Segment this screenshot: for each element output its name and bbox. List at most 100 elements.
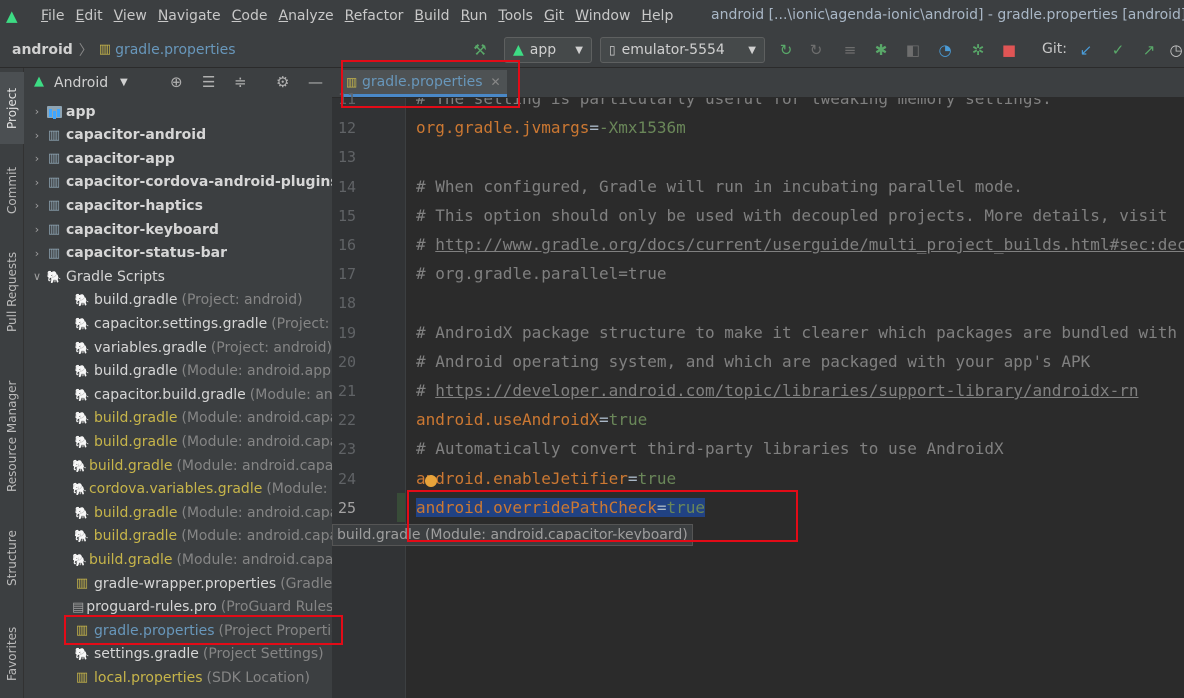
code-token[interactable]: http://www.gradle.org/docs/current/userg… [435, 235, 1184, 254]
tree-item-hint: (Module: android.app) [181, 363, 333, 380]
git-push-icon[interactable]: ↗ [1139, 40, 1159, 60]
locate-crosshair-icon[interactable]: ⊕ [170, 73, 183, 91]
apply-code-changes-icon[interactable]: ↻ [806, 40, 826, 60]
coverage-icon[interactable]: ≡ [840, 40, 860, 60]
menu-help[interactable]: Help [641, 8, 673, 24]
menu-code[interactable]: Code [232, 8, 268, 24]
intention-bulb-icon[interactable] [425, 475, 437, 487]
module-folder-icon: ▥ [47, 198, 61, 214]
code-token[interactable]: https://developer.android.com/topic/libr… [435, 381, 1138, 400]
gear-icon[interactable]: ⚙ [276, 73, 289, 91]
code-line: # This option should only be used with d… [416, 201, 1167, 230]
tree-item[interactable]: › ▥ capacitor-android [24, 124, 332, 147]
git-history-icon[interactable]: ◷ [1166, 40, 1184, 60]
chevron-down-icon[interactable]: ∨ [30, 270, 44, 283]
tree-item[interactable]: 🐘 capacitor.settings.gradle(Project: andr… [24, 312, 332, 335]
gradle-elephant-icon: 🐘 [46, 269, 62, 284]
code-editor[interactable]: # The setting is particularly useful for… [407, 98, 1184, 698]
chevron-right-icon[interactable]: › [30, 152, 44, 165]
breadcrumb-project[interactable]: android [12, 42, 73, 58]
line-number: 15 [338, 206, 357, 225]
tree-item[interactable]: › ▥ capacitor-app [24, 147, 332, 170]
profile-gauge-icon[interactable]: ◔ [935, 40, 955, 60]
tree-item[interactable]: › ▥ capacitor-haptics [24, 194, 332, 217]
tree-item[interactable]: › ▥ capacitor-cordova-android-plugins [24, 171, 332, 194]
apply-changes-icon[interactable]: ↻ [776, 40, 796, 60]
chevron-right-icon[interactable]: › [30, 105, 44, 118]
android-studio-logo-icon: ▲ [6, 7, 18, 25]
menu-tools[interactable]: Tools [498, 8, 533, 24]
module-folder-icon: ▥ [47, 222, 61, 237]
attach-debugger-android-icon[interactable]: ✲ [968, 40, 988, 60]
expand-all-icon[interactable]: ☰ [202, 73, 215, 91]
menu-git[interactable]: Git [544, 8, 564, 24]
tree-item[interactable]: ▥ local.properties (SDK Location) [24, 666, 332, 689]
menu-run[interactable]: Run [461, 8, 488, 24]
tree-item-hint: (Project Settings) [202, 646, 324, 663]
debug-bug-icon[interactable]: ✱ [871, 40, 891, 60]
device-select[interactable]: ▯ emulator-5554 ▼ [600, 37, 765, 63]
menu-file[interactable]: File [41, 8, 64, 24]
tree-item[interactable]: 🐘build.gradle(Module: android.capacitor-… [24, 548, 332, 571]
attach-debugger-icon[interactable]: ◧ [903, 40, 923, 60]
chevron-right-icon[interactable]: › [30, 176, 44, 189]
tree-item[interactable]: 🐘 settings.gradle (Project Settings) [24, 643, 332, 666]
code-line: org.gradle.jvmargs=-Xmx1536m [416, 113, 686, 142]
tree-item[interactable]: 🐘build.gradle(Module: android.capacitor-… [24, 454, 332, 477]
tree-item[interactable]: › ▥ capacitor-status-bar [24, 242, 332, 265]
menu-edit[interactable]: Edit [75, 8, 102, 24]
stop-icon[interactable]: ■ [999, 40, 1019, 60]
menu-refactor[interactable]: Refactor [345, 8, 404, 24]
chevron-right-icon[interactable]: › [30, 223, 44, 236]
tree-item-label: variables.gradle [94, 339, 207, 356]
tree-item[interactable]: ▥ gradle-wrapper.properties(Gradle Versio… [24, 572, 332, 595]
code-line: # http://www.gradle.org/docs/current/use… [416, 230, 1184, 259]
project-view-select[interactable]: Android [54, 75, 108, 91]
breadcrumb-file[interactable]: gradle.properties [115, 42, 236, 58]
highlight-box-code-line [407, 490, 798, 542]
tree-item[interactable]: 🐘build.gradle(Module: android.capacitor-… [24, 501, 332, 524]
gradle-elephant-icon: 🐘 [74, 505, 90, 520]
tree-item[interactable]: ∨ 🐘 Gradle Scripts [24, 265, 332, 288]
tab-commit[interactable]: Commit [0, 154, 24, 226]
menu-navigate[interactable]: Navigate [158, 8, 221, 24]
tree-item-hint: (Module: android.app) [249, 386, 332, 403]
tab-resource-manager[interactable]: Resource Manager [0, 366, 24, 506]
line-number: 17 [338, 265, 357, 284]
tree-item[interactable]: 🐘 build.gradle (Project: android) [24, 289, 332, 312]
tree-item[interactable]: › ▥ capacitor-keyboard [24, 218, 332, 241]
project-panel-header: ▲ Android ▼ ⊕ ☰ ≑ ⚙ — [24, 68, 332, 98]
chevron-right-icon[interactable]: › [30, 129, 44, 142]
git-update-icon[interactable]: ↙ [1076, 40, 1096, 60]
tree-item[interactable]: 🐘build.gradle(Module: android.capacitor-… [24, 525, 332, 548]
tab-project[interactable]: Project [0, 72, 24, 144]
chevron-right-icon: 〉 [78, 42, 93, 59]
git-commit-icon[interactable]: ✓ [1108, 40, 1128, 60]
tree-item[interactable]: 🐘 capacitor.build.gradle(Module: android.… [24, 383, 332, 406]
module-folder-icon: ▥ [47, 151, 61, 167]
collapse-all-icon[interactable]: ≑ [234, 73, 247, 91]
tree-item[interactable]: 🐘build.gradle(Module: android.capacitor-… [24, 407, 332, 430]
chevron-right-icon[interactable]: › [30, 199, 44, 212]
tree-item[interactable]: 🐘cordova.variables.gradle(Module: androi… [24, 478, 332, 501]
gradle-elephant-icon: 🐘 [72, 552, 87, 567]
tab-pull-requests[interactable]: Pull Requests [0, 240, 24, 344]
menu-window[interactable]: Window [575, 8, 630, 24]
menu-analyze[interactable]: Analyze [278, 8, 333, 24]
chevron-down-icon[interactable]: ▼ [120, 77, 128, 88]
tree-item-hint: (Gradle Version) [280, 575, 332, 592]
chevron-right-icon[interactable]: › [30, 247, 44, 260]
tree-item[interactable]: 🐘 variables.gradle (Project: android) [24, 336, 332, 359]
build-hammer-icon[interactable]: ⚒ [470, 40, 490, 60]
menu-build[interactable]: Build [414, 8, 449, 24]
menu-view[interactable]: View [114, 8, 147, 24]
tree-item-label: Gradle Scripts [66, 268, 165, 285]
gradle-elephant-icon: 🐘 [72, 458, 87, 473]
tree-item[interactable]: › app [24, 100, 332, 123]
tree-item-hint: (Module: android.capacitor-status-bar) [176, 551, 332, 568]
tab-favorites[interactable]: Favorites [0, 614, 24, 694]
tab-structure[interactable]: Structure [0, 518, 24, 598]
tree-item[interactable]: 🐘 build.gradle (Module: android.app) [24, 360, 332, 383]
minimize-icon[interactable]: — [308, 73, 323, 91]
tree-item[interactable]: 🐘build.gradle(Module: android.capacitor-… [24, 430, 332, 453]
